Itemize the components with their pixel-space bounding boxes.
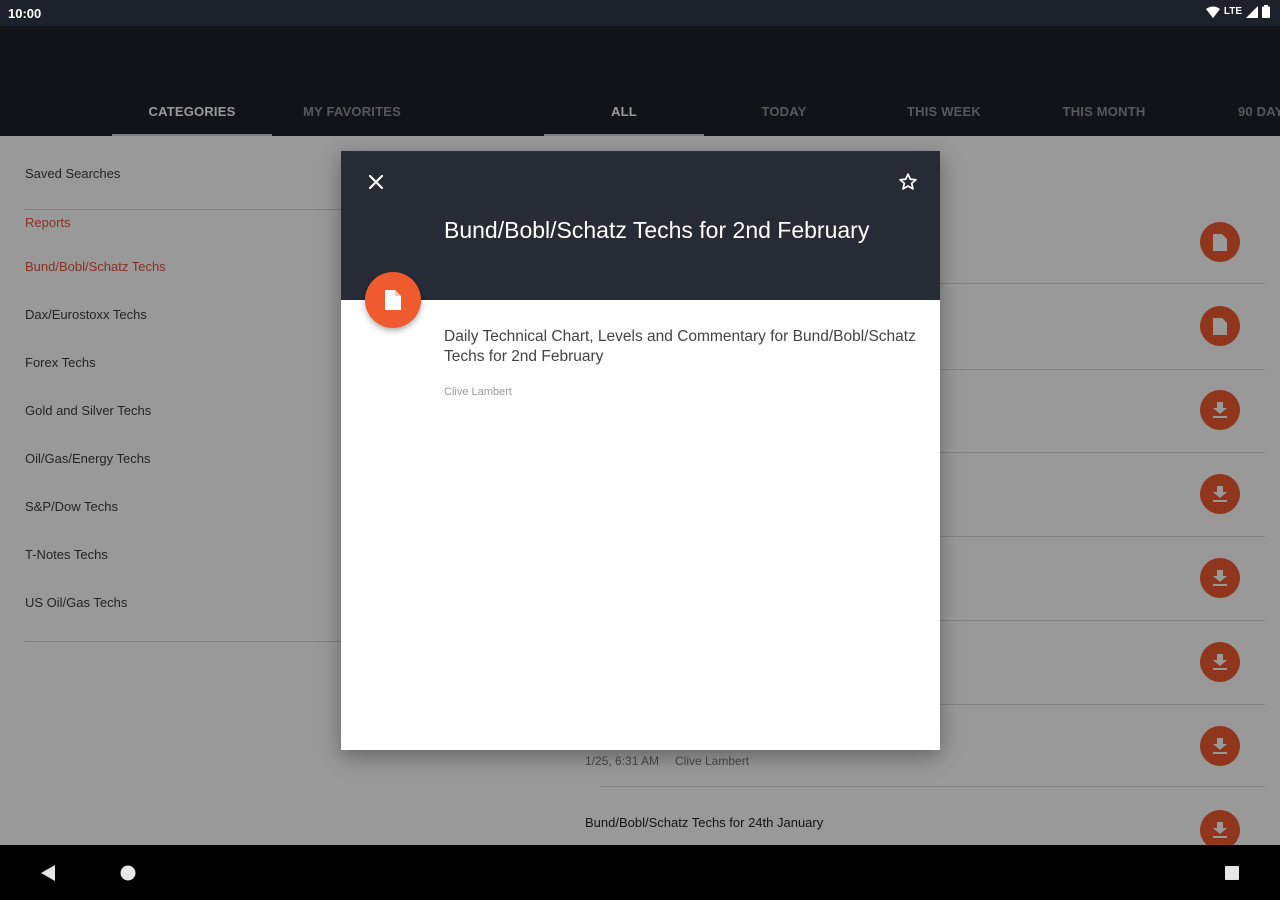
close-icon[interactable] bbox=[360, 166, 392, 198]
network-type: LTE bbox=[1223, 6, 1242, 17]
recents-icon[interactable] bbox=[1218, 859, 1246, 887]
system-icons: LTE bbox=[1205, 5, 1270, 18]
dialog-description: Daily Technical Chart, Levels and Commen… bbox=[444, 328, 916, 365]
dialog-author: Clive Lambert bbox=[444, 386, 512, 398]
status-bar: 10:00 LTE bbox=[0, 0, 1280, 26]
navigation-bar bbox=[0, 845, 1280, 900]
home-icon[interactable] bbox=[114, 859, 142, 887]
signal-icon bbox=[1246, 5, 1258, 18]
battery-icon bbox=[1262, 5, 1270, 18]
report-detail-dialog: Bund/Bobl/Schatz Techs for 2nd February … bbox=[341, 151, 940, 750]
back-icon[interactable] bbox=[34, 859, 62, 887]
star-icon[interactable] bbox=[892, 166, 924, 198]
document-icon[interactable] bbox=[365, 272, 421, 328]
status-time: 10:00 bbox=[8, 6, 42, 21]
dialog-title: Bund/Bobl/Schatz Techs for 2nd February bbox=[444, 217, 870, 243]
wifi-icon bbox=[1205, 6, 1220, 18]
dialog-header: Bund/Bobl/Schatz Techs for 2nd February bbox=[341, 151, 940, 300]
